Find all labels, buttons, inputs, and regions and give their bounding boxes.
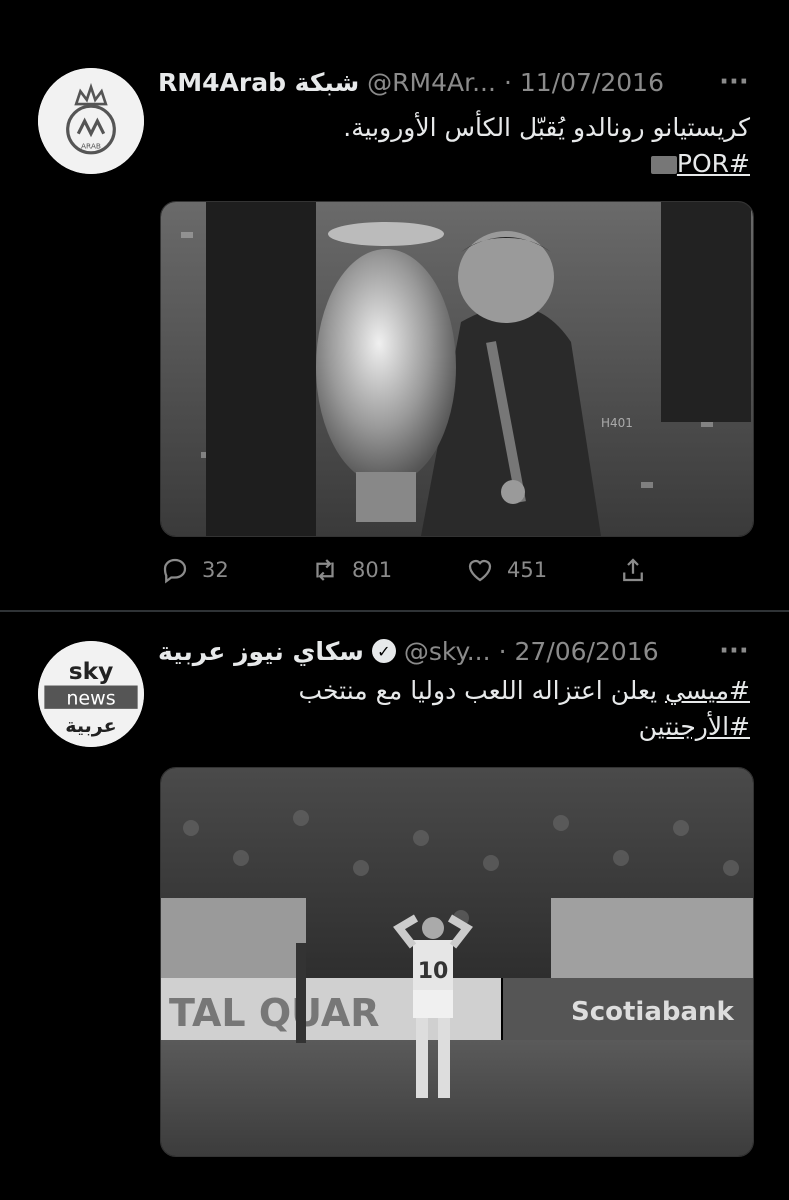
separator: · [503,67,512,97]
more-options-button[interactable]: ··· [719,631,749,671]
verified-badge-icon: ✓ [371,639,396,663]
reply-button[interactable]: 32 [160,555,229,585]
ronaldo-trophy-photo-icon: H401 [161,202,753,536]
heart-icon [468,559,492,582]
separator: · [498,636,507,666]
tweet-header: سكاي نيوز عربية ✓ @sky... · 27/06/2016 [158,631,758,671]
display-name[interactable]: RM4Arab شبكة [158,68,359,97]
portugal-flag-icon [650,156,677,174]
ad-board-right-text: Scotiabank [571,997,735,1027]
svg-text:H401: H401 [601,416,633,430]
handle[interactable]: @RM4Ar... [367,68,496,97]
logo-news-text: news [66,688,115,710]
display-name[interactable]: سكاي نيوز عربية [158,637,364,666]
hashtag-por[interactable]: #POR [677,149,750,178]
hashtag-argentina[interactable]: #الأرجنتين [639,712,750,741]
share-button[interactable] [618,555,648,585]
share-icon [623,558,643,582]
logo-arabic-text: عربية [65,715,116,737]
tweet-divider [0,610,789,612]
messi-photo-icon: TAL QUAR Scotiabank 10 [161,768,753,1156]
tweet-date[interactable]: 27/06/2016 [515,637,659,666]
reply-icon [163,558,187,584]
tweet-text-body: يعلن اعتزاله اللعب دوليا مع منتخب [298,676,665,705]
retweet-icon [316,559,334,581]
retweet-button[interactable]: 801 [310,555,392,585]
sky-news-arabia-logo-icon: sky news عربية [38,641,144,747]
tweet-media-photo[interactable]: H401 [160,201,754,537]
rm4arab-logo-icon: ARAB [38,68,144,174]
like-button[interactable]: 451 [465,555,547,585]
ad-board-left-text: TAL QUAR [169,991,379,1035]
sky-news-arabia-avatar[interactable]: sky news عربية [38,641,144,747]
retweet-count: 801 [352,558,393,582]
tweet-text: كريستيانو رونالدو يُقبّل الكأس الأوروبية… [158,110,750,182]
more-options-button[interactable]: ··· [719,62,749,102]
like-count: 451 [507,558,548,582]
tweet-text-body: كريستيانو رونالدو يُقبّل الكأس الأوروبية… [343,113,750,142]
tweet-sky-news-arabia[interactable]: sky news عربية سكاي نيوز عربية ✓ @sky...… [0,613,789,1200]
hashtag-messi[interactable]: #ميسي [665,676,750,705]
reply-count: 32 [202,558,229,582]
jersey-number-text: 10 [418,959,449,984]
rm4arab-avatar[interactable]: ARAB [38,68,144,174]
handle[interactable]: @sky... [404,637,491,666]
tweet-media-photo[interactable]: TAL QUAR Scotiabank 10 [160,767,754,1157]
tweet-rm4arab[interactable]: ARAB RM4Arab شبكة @RM4Ar... · 11/07/2016… [0,0,789,610]
logo-sky-text: sky [69,658,114,685]
tweet-date[interactable]: 11/07/2016 [520,68,664,97]
tweet-text: #ميسي يعلن اعتزاله اللعب دوليا مع منتخب … [158,673,751,745]
tweet-actions: 32 801 451 [160,552,660,588]
svg-text:ARAB: ARAB [81,142,101,151]
tweet-header: RM4Arab شبكة @RM4Ar... · 11/07/2016 [158,62,758,102]
